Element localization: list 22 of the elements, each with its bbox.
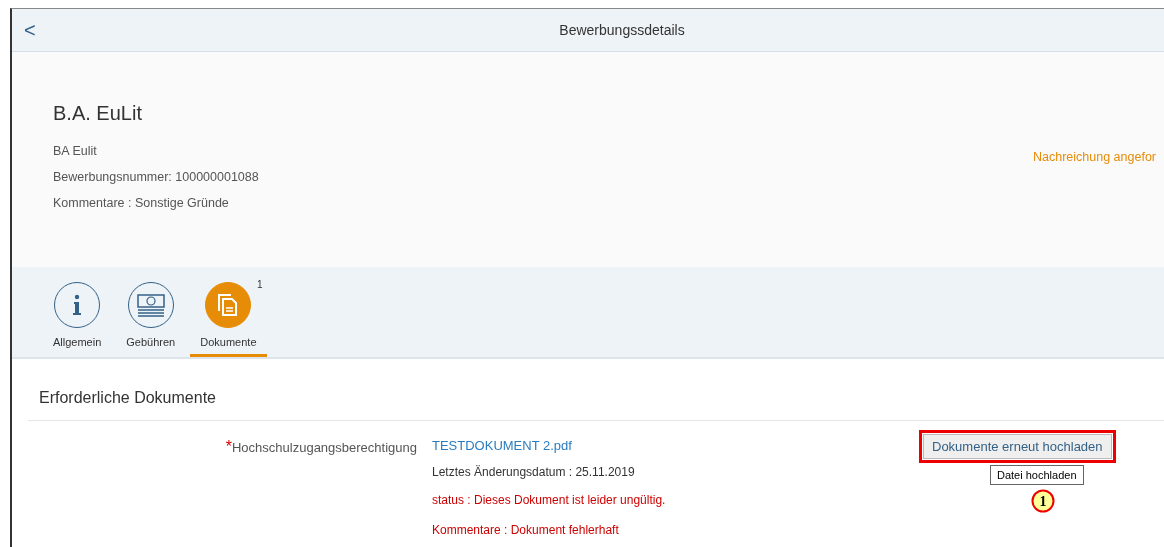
status-message: status : Dieses Dokument ist leider ungültig. (432, 493, 666, 507)
comment-text: Kommentare : Dokument fehlerhaft (432, 523, 620, 537)
tab[interactable]: Allgemein (43, 267, 112, 357)
required-mark: * (225, 438, 232, 455)
object-attribute: Kommentare : Sonstige Gründe (53, 196, 230, 210)
tab[interactable]: Dokumente 1 (190, 267, 267, 357)
document-label: Hochschulzugangsberechtigung (232, 440, 417, 455)
documents-icon (217, 293, 240, 317)
object-title: B.A. EuLit (53, 102, 143, 125)
tooltip: Datei hochladen (990, 465, 1084, 485)
page-title: Bewerbungssdetails (559, 22, 685, 38)
object-attribute: Bewerbungsnummer: 100000001088 (53, 170, 260, 184)
status-text: Nachreichung angefor (1033, 150, 1156, 164)
banknote-stack-icon (136, 293, 165, 317)
tab-count: 1 (256, 279, 263, 290)
modified-date: Letztes Änderungsdatum : 25.11.2019 (432, 465, 636, 479)
back-button[interactable]: < (14, 18, 46, 42)
section-title: Erforderliche Dokumente (28, 359, 1164, 421)
tab[interactable]: Gebühren (116, 267, 186, 357)
upload-button[interactable]: Dokumente erneut hochladen (923, 434, 1112, 459)
file-link[interactable]: TESTDOKUMENT 2.pdf (432, 438, 666, 453)
callout-marker: 1 (1031, 489, 1055, 513)
